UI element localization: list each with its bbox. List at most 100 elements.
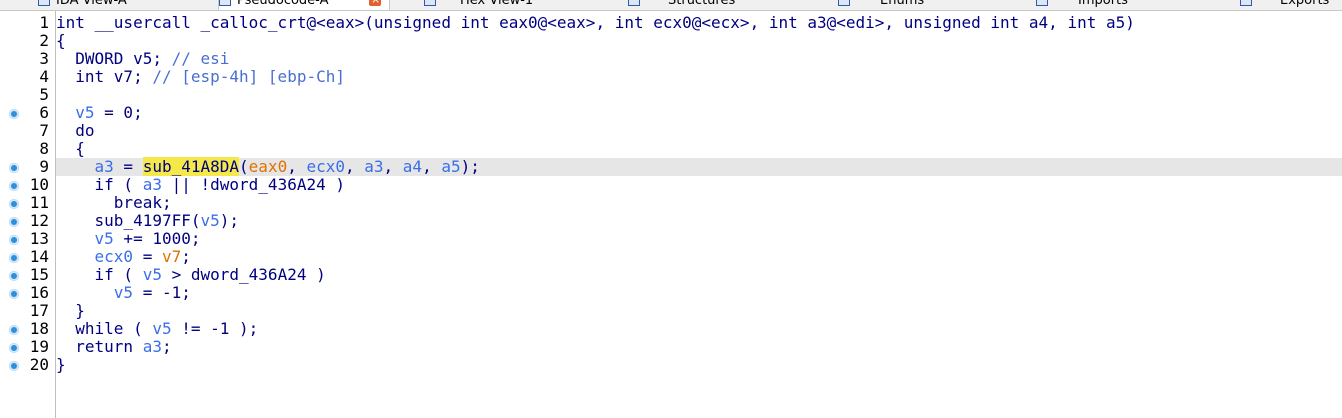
code-token[interactable]: v5 <box>114 283 133 302</box>
code-token[interactable]: eax0 <box>249 157 288 176</box>
line-marker-icon[interactable] <box>9 199 19 209</box>
code-token[interactable]: = <box>133 247 162 266</box>
code-token[interactable]: } <box>56 355 66 374</box>
gutter-line[interactable]: 12 <box>0 212 55 230</box>
gutter-line[interactable]: 11 <box>0 194 55 212</box>
code-line[interactable]: break; <box>56 194 1342 212</box>
code-token[interactable]: a4 <box>403 157 422 176</box>
code-line[interactable]: if ( v5 > dword_436A24 ) <box>56 266 1342 284</box>
tab-hex-view-1[interactable]: Hex View-1 <box>424 0 574 10</box>
code-token[interactable]: , <box>384 157 403 176</box>
code-line[interactable]: v5 = -1; <box>56 284 1342 302</box>
code-token[interactable]: ecx0 <box>306 157 345 176</box>
gutter-line[interactable]: 2 <box>0 32 55 50</box>
tab-enums[interactable]: Enums <box>838 0 968 10</box>
line-number-gutter[interactable]: 1 2 3 4 5 6 7 8 9 10 11 12 13 14 15 16 17 18 19 20 <box>0 11 56 418</box>
code-token[interactable]: v7 <box>162 247 181 266</box>
code-token[interactable]: v5 <box>143 265 162 284</box>
code-line[interactable]: DWORD v5; // esi <box>56 50 1342 68</box>
code-token[interactable]: { <box>56 31 66 50</box>
code-token[interactable]: int __usercall _calloc_crt@<eax>(unsigne… <box>56 13 1135 32</box>
code-token[interactable]: int v7; <box>56 67 152 86</box>
code-token[interactable]: break; <box>56 193 172 212</box>
gutter-line[interactable]: 9 <box>0 158 55 176</box>
code-token[interactable]: // [esp-4h] [ebp-Ch] <box>152 67 345 86</box>
code-line[interactable]: ecx0 = v7; <box>56 248 1342 266</box>
code-token[interactable]: v5 <box>95 229 114 248</box>
code-token[interactable]: , <box>287 157 306 176</box>
gutter-line[interactable]: 13 <box>0 230 55 248</box>
code-token[interactable]: = -1; <box>133 283 191 302</box>
line-marker-icon[interactable] <box>9 217 19 227</box>
line-marker-icon[interactable] <box>9 181 19 191</box>
code-token[interactable] <box>56 157 95 176</box>
gutter-line[interactable]: 4 <box>0 68 55 86</box>
code-token[interactable]: = <box>114 157 143 176</box>
code-token[interactable]: a5 <box>441 157 460 176</box>
code-token[interactable]: ; <box>162 337 172 356</box>
code-token[interactable]: ; <box>181 247 191 266</box>
code-line[interactable]: } <box>56 356 1342 374</box>
gutter-line[interactable]: 18 <box>0 320 55 338</box>
code-token[interactable]: , <box>422 157 441 176</box>
code-token[interactable]: // esi <box>172 49 230 68</box>
code-line[interactable]: v5 = 0; <box>56 104 1342 122</box>
line-marker-icon[interactable] <box>9 235 19 245</box>
gutter-line[interactable]: 1 <box>0 14 55 32</box>
code-token[interactable]: a3 <box>143 337 162 356</box>
gutter-line[interactable]: 14 <box>0 248 55 266</box>
line-marker-icon[interactable] <box>9 109 19 119</box>
code-line[interactable]: int v7; // [esp-4h] [ebp-Ch] <box>56 68 1342 86</box>
tab-imports[interactable]: Imports <box>1036 0 1166 10</box>
close-tab-icon[interactable] <box>369 0 381 9</box>
code-token[interactable]: ); <box>461 157 480 176</box>
gutter-line[interactable]: 19 <box>0 338 55 356</box>
code-token[interactable]: DWORD v5; <box>56 49 172 68</box>
code-line[interactable]: do <box>56 122 1342 140</box>
code-token[interactable]: a3 <box>364 157 383 176</box>
code-token[interactable]: a3 <box>143 175 162 194</box>
line-marker-icon[interactable] <box>9 163 19 173</box>
code-line[interactable]: { <box>56 140 1342 158</box>
gutter-line[interactable]: 3 <box>0 50 55 68</box>
gutter-line[interactable]: 7 <box>0 122 55 140</box>
gutter-line[interactable]: 20 <box>0 356 55 374</box>
pseudocode-editor[interactable]: 1 2 3 4 5 6 7 8 9 10 11 12 13 14 15 16 17 18 19 20 int __us… <box>0 11 1342 418</box>
code-token[interactable]: ecx0 <box>95 247 134 266</box>
code-token[interactable]: if ( <box>56 265 143 284</box>
code-token[interactable]: , <box>345 157 364 176</box>
code-token[interactable]: } <box>56 301 85 320</box>
code-line[interactable]: a3 = sub_41A8DA(eax0, ecx0, a3, a4, a5); <box>56 157 1342 176</box>
code-area[interactable]: int __usercall _calloc_crt@<eax>(unsigne… <box>56 11 1342 418</box>
gutter-line[interactable]: 17 <box>0 302 55 320</box>
code-token[interactable]: v5 <box>201 211 220 230</box>
code-token[interactable] <box>56 229 95 248</box>
code-line[interactable]: sub_4197FF(v5); <box>56 212 1342 230</box>
code-token[interactable]: do <box>56 121 94 140</box>
code-token[interactable]: return <box>56 337 143 356</box>
code-token[interactable]: > dword_436A24 ) <box>162 265 326 284</box>
code-line[interactable]: return a3; <box>56 338 1342 356</box>
tab-structures[interactable]: Structures <box>628 0 778 10</box>
code-token[interactable]: = 0; <box>95 103 143 122</box>
code-token[interactable]: if ( <box>56 175 143 194</box>
gutter-line[interactable]: 16 <box>0 284 55 302</box>
line-marker-icon[interactable] <box>9 289 19 299</box>
line-marker-icon[interactable] <box>9 271 19 281</box>
code-token[interactable] <box>56 103 75 122</box>
code-line[interactable]: while ( v5 != -1 ); <box>56 320 1342 338</box>
code-line[interactable] <box>56 86 1342 104</box>
code-token[interactable] <box>56 247 95 266</box>
gutter-line[interactable]: 10 <box>0 176 55 194</box>
code-token[interactable]: sub_4197FF( <box>56 211 201 230</box>
gutter-line[interactable]: 8 <box>0 140 55 158</box>
code-token[interactable]: a3 <box>95 157 114 176</box>
code-line[interactable]: int __usercall _calloc_crt@<eax>(unsigne… <box>56 14 1342 32</box>
line-marker-icon[interactable] <box>9 361 19 371</box>
code-line[interactable]: } <box>56 302 1342 320</box>
tab-ida-view-a[interactable]: IDA View-A <box>38 0 188 10</box>
code-token[interactable]: ( <box>239 157 249 176</box>
gutter-line[interactable]: 6 <box>0 104 55 122</box>
code-token[interactable]: ); <box>220 211 239 230</box>
code-token[interactable]: { <box>56 139 85 158</box>
